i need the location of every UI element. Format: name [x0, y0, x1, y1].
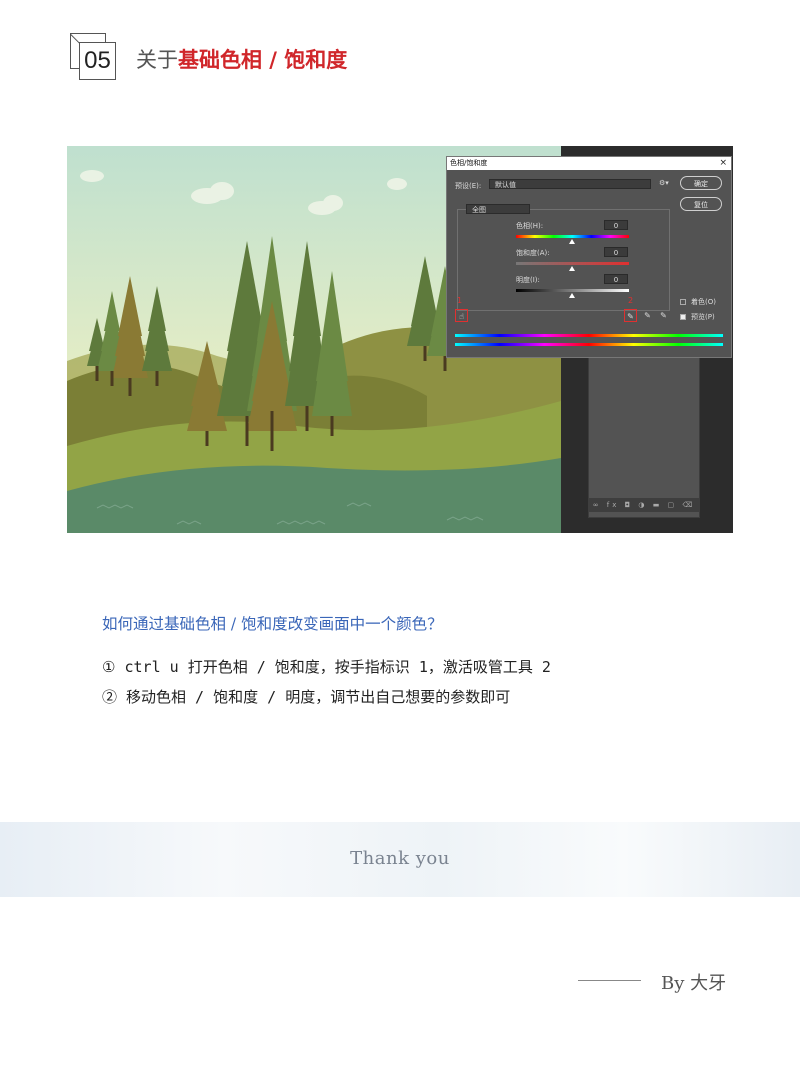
hue-label: 色相(H):: [516, 222, 544, 230]
section-number: 05: [79, 42, 116, 80]
marker-2: 2: [628, 296, 634, 305]
eyedropper-icon[interactable]: ✎: [624, 309, 637, 322]
color-spectrum-bar-bottom: [455, 343, 723, 346]
ok-button[interactable]: 确定: [680, 176, 722, 190]
lightness-slider-thumb[interactable]: [569, 293, 575, 298]
lightness-input[interactable]: 0: [604, 274, 628, 284]
lightness-slider[interactable]: [516, 289, 629, 292]
hand-adjust-tool-icon[interactable]: ☝: [455, 309, 468, 322]
thanks-text: Thank you: [350, 848, 450, 869]
preset-label: 预设(E):: [455, 182, 482, 190]
colorize-checkbox[interactable]: [680, 299, 686, 305]
preset-select[interactable]: 默认值: [489, 179, 651, 189]
dialog-title: 色相/饱和度: [450, 159, 488, 167]
photoshop-screenshot: ∞ fx ◘ ◑ ▬ ▢ ⌫ 色相/饱和度 × 预设(E): 默认值 ⚙▾ 确定…: [67, 146, 733, 533]
preview-label: 预览(P): [691, 313, 715, 321]
hue-slider-thumb[interactable]: [569, 239, 575, 244]
saturation-slider-thumb[interactable]: [569, 266, 575, 271]
section-title: 关于基础色相 / 饱和度: [136, 44, 347, 74]
marker-1: 1: [457, 296, 463, 305]
saturation-label: 饱和度(A):: [516, 249, 550, 257]
lightness-label: 明度(I):: [516, 276, 540, 284]
hue-input[interactable]: 0: [604, 220, 628, 230]
adjustment-group: 全图 色相(H): 0 饱和度(A): 0 明度(I): 0: [457, 204, 670, 311]
layers-list: [588, 356, 700, 518]
step-one-text: ① ctrl u 打开色相 / 饱和度，按手指标识 1，激活吸管工具 2: [102, 658, 551, 676]
color-spectrum-bar-top: [455, 334, 723, 337]
colorize-label: 着色(O): [691, 298, 716, 306]
step-two-text: ② 移动色相 / 饱和度 / 明度，调节出自己想要的参数即可: [102, 688, 511, 706]
title-highlight: 基础色相 / 饱和度: [178, 48, 348, 72]
eyedropper-plus-icon[interactable]: ✎: [641, 309, 654, 322]
eyedropper-minus-icon[interactable]: ✎: [657, 309, 670, 322]
saturation-input[interactable]: 0: [604, 247, 628, 257]
saturation-slider[interactable]: [516, 262, 629, 265]
question-heading: 如何通过基础色相 / 饱和度改变画面中一个颜色？: [102, 615, 443, 633]
signature-rule: [578, 980, 641, 981]
hue-saturation-dialog: 色相/饱和度 × 预设(E): 默认值 ⚙▾ 确定 复位 全图 色相(H): 0…: [446, 156, 732, 358]
section-number-badge: 05: [70, 33, 116, 80]
preset-gear-icon[interactable]: ⚙▾: [659, 179, 669, 187]
reset-button[interactable]: 复位: [680, 197, 722, 211]
preview-checkbox[interactable]: [680, 314, 686, 320]
close-icon[interactable]: ×: [719, 157, 727, 170]
channel-select[interactable]: 全图: [466, 204, 530, 214]
hue-slider[interactable]: [516, 235, 629, 238]
layers-toolbar: ∞ fx ◘ ◑ ▬ ▢ ⌫: [588, 498, 700, 512]
author-signature: By 大牙: [661, 973, 727, 994]
dialog-titlebar: 色相/饱和度 ×: [447, 157, 731, 170]
title-prefix: 关于: [136, 48, 178, 72]
